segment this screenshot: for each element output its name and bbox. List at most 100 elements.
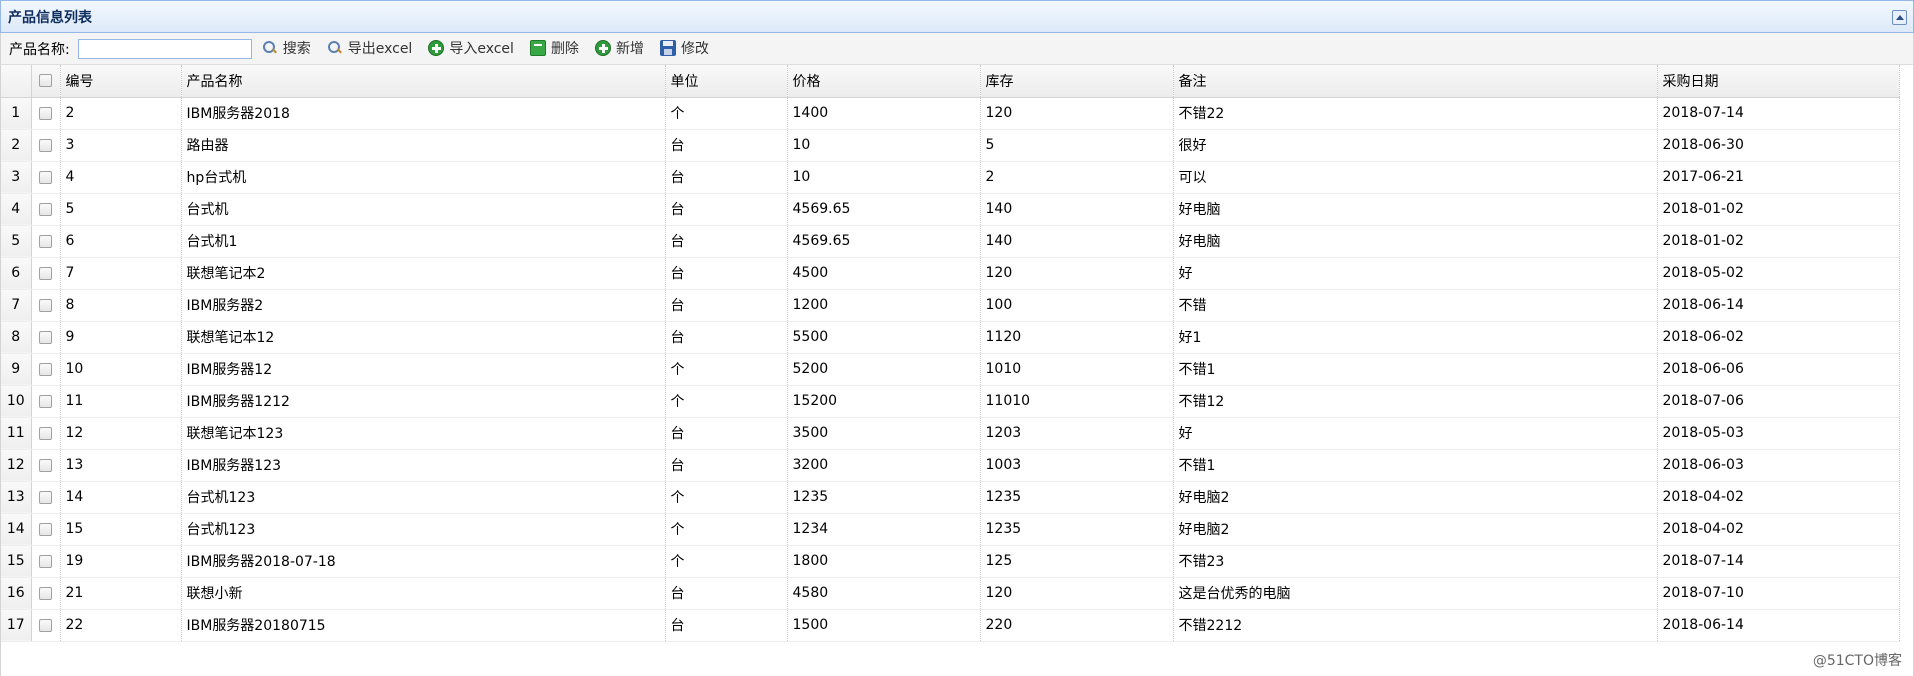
table-cell: 2018-07-10 xyxy=(1657,577,1900,610)
row-checkbox[interactable] xyxy=(31,193,61,226)
row-checkbox[interactable] xyxy=(31,417,61,450)
add-button[interactable]: 新增 xyxy=(594,38,644,58)
table-cell: 台 xyxy=(665,193,788,226)
table-row[interactable]: 17 22 IBM服务器20180715 台 1500 220 不错2212 2018-06-… xyxy=(1,609,1900,642)
table-row[interactable]: 11 12 联想笔记本123 台 3500 1203 好 2018-05-03 xyxy=(1,417,1900,450)
row-checkbox[interactable] xyxy=(31,225,61,258)
table-cell: 路由器 xyxy=(181,129,666,162)
plus-icon xyxy=(428,39,445,56)
table-cell: 2018-01-02 xyxy=(1657,193,1900,226)
table-cell: IBM服务器2 xyxy=(181,289,666,322)
import-excel-button[interactable]: 导入excel xyxy=(428,38,514,58)
table-cell: 台 xyxy=(665,225,788,258)
product-list-panel: 产品信息列表 产品名称: 搜索 导出excel 导入excel 删除 新增 修改 编号 产品… xyxy=(0,0,1914,676)
panel-title: 产品信息列表 xyxy=(8,9,92,26)
table-row[interactable]: 14 15 台式机123 个 1234 1235 好电脑2 2018-04-02 xyxy=(1,513,1900,546)
row-checkbox[interactable] xyxy=(31,577,61,610)
table-cell: 2018-06-30 xyxy=(1657,129,1900,162)
column-header[interactable]: 产品名称 xyxy=(181,65,666,98)
table-cell: 5 xyxy=(60,193,182,226)
table-row[interactable]: 1 2 IBM服务器2018 个 1400 120 不错22 2018-07-14 xyxy=(1,97,1900,130)
table-row[interactable]: 12 13 IBM服务器123 台 3200 1003 不错1 2018-06-03 xyxy=(1,449,1900,482)
table-cell: 2018-06-06 xyxy=(1657,353,1900,386)
table-cell: 8 xyxy=(60,289,182,322)
table-cell: 9 xyxy=(60,321,182,354)
edit-button[interactable]: 修改 xyxy=(659,38,709,58)
table-cell: 不错23 xyxy=(1173,545,1658,578)
table-cell: 2018-04-02 xyxy=(1657,481,1900,514)
table-row[interactable]: 4 5 台式机台 4569.65 140 好电脑 2018-01-02 xyxy=(1,193,1900,226)
table-cell: 联想笔记本12 xyxy=(181,321,666,354)
table-row[interactable]: 10 11 IBM服务器1212 个 15200 11010 不错12 2018-07-06 xyxy=(1,385,1900,418)
row-checkbox[interactable] xyxy=(31,449,61,482)
table-cell: 1235 xyxy=(980,513,1174,546)
table-row[interactable]: 16 21 联想小新台 4580 120 这是台优秀的电脑 2018-07-10 xyxy=(1,577,1900,610)
row-number: 14 xyxy=(1,513,32,546)
table-cell: IBM服务器2018 xyxy=(181,97,666,130)
table-cell: 4569.65 xyxy=(787,193,981,226)
column-header[interactable]: 库存 xyxy=(980,65,1174,98)
row-checkbox[interactable] xyxy=(31,257,61,290)
export-excel-button[interactable]: 导出excel xyxy=(327,38,413,58)
table-cell: IBM服务器20180715 xyxy=(181,609,666,642)
table-cell: 6 xyxy=(60,225,182,258)
table-cell: 2018-07-14 xyxy=(1657,97,1900,130)
table-row[interactable]: 13 14 台式机123 个 1235 1235 好电脑2 2018-04-02 xyxy=(1,481,1900,514)
table-cell: 1800 xyxy=(787,545,981,578)
table-cell: 1235 xyxy=(980,481,1174,514)
table-cell: 14 xyxy=(60,481,182,514)
product-name-input[interactable] xyxy=(77,38,252,59)
select-all-checkbox[interactable] xyxy=(31,65,61,98)
row-checkbox[interactable] xyxy=(31,545,61,578)
toolbar-button-label: 删除 xyxy=(550,40,579,57)
table-cell: 联想笔记本123 xyxy=(181,417,666,450)
table-row[interactable]: 7 8 IBM服务器2 台 1200 100 不错 2018-06-14 xyxy=(1,289,1900,322)
table-cell: 不错 xyxy=(1173,289,1658,322)
table-row[interactable]: 6 7 联想笔记本2 台 4500 120 好 2018-05-02 xyxy=(1,257,1900,290)
row-checkbox[interactable] xyxy=(31,513,61,546)
row-checkbox[interactable] xyxy=(31,321,61,354)
toolbar-button-label: 导出excel xyxy=(347,40,413,57)
table-cell: 10 xyxy=(787,161,981,194)
row-checkbox[interactable] xyxy=(31,481,61,514)
row-number: 5 xyxy=(1,225,32,258)
row-checkbox[interactable] xyxy=(31,129,61,162)
search-button[interactable]: 搜索 xyxy=(262,38,311,58)
delete-button[interactable]: 删除 xyxy=(529,38,579,58)
table-row[interactable]: 2 3 路由器台 10 5 很好 2018-06-30 xyxy=(1,129,1900,162)
table-row[interactable]: 8 9 联想笔记本12 台 5500 1120 好1 2018-06-02 xyxy=(1,321,1900,354)
row-checkbox[interactable] xyxy=(31,97,61,130)
column-header[interactable]: 采购日期 xyxy=(1657,65,1900,98)
column-header[interactable]: 编号 xyxy=(60,65,182,98)
save-icon xyxy=(659,39,676,56)
table-cell: 1500 xyxy=(787,609,981,642)
table-cell: 22 xyxy=(60,609,182,642)
toolbar: 产品名称: 搜索 导出excel 导入excel 删除 新增 修改 xyxy=(0,33,1914,65)
watermark: @51CTO博客 xyxy=(1812,653,1902,669)
table-row[interactable]: 15 19 IBM服务器2018-07-18 个 1800 125 不错23 2018-07-… xyxy=(1,545,1900,578)
row-checkbox[interactable] xyxy=(31,609,61,642)
collapse-icon[interactable] xyxy=(1892,10,1907,25)
table-cell: 1400 xyxy=(787,97,981,130)
table-row[interactable]: 5 6 台式机1 台 4569.65 140 好电脑 2018-01-02 xyxy=(1,225,1900,258)
table-cell: 台式机 xyxy=(181,193,666,226)
table-cell: 1235 xyxy=(787,481,981,514)
column-header[interactable]: 单位 xyxy=(665,65,788,98)
column-header[interactable]: 价格 xyxy=(787,65,981,98)
table-row[interactable]: 9 10 IBM服务器12 个 5200 1010 不错1 2018-06-06 xyxy=(1,353,1900,386)
row-checkbox[interactable] xyxy=(31,353,61,386)
table-cell: 10 xyxy=(60,353,182,386)
table-row[interactable]: 3 4 hp台式机台 10 2 可以 2017-06-21 xyxy=(1,161,1900,194)
row-checkbox[interactable] xyxy=(31,289,61,322)
row-number: 15 xyxy=(1,545,32,578)
row-number: 11 xyxy=(1,417,32,450)
table-cell: 不错1 xyxy=(1173,449,1658,482)
row-checkbox[interactable] xyxy=(31,385,61,418)
plus-icon xyxy=(594,39,611,56)
row-checkbox[interactable] xyxy=(31,161,61,194)
row-number: 3 xyxy=(1,161,32,194)
column-header[interactable]: 备注 xyxy=(1173,65,1658,98)
row-number: 7 xyxy=(1,289,32,322)
table-cell: 5500 xyxy=(787,321,981,354)
row-number: 13 xyxy=(1,481,32,514)
